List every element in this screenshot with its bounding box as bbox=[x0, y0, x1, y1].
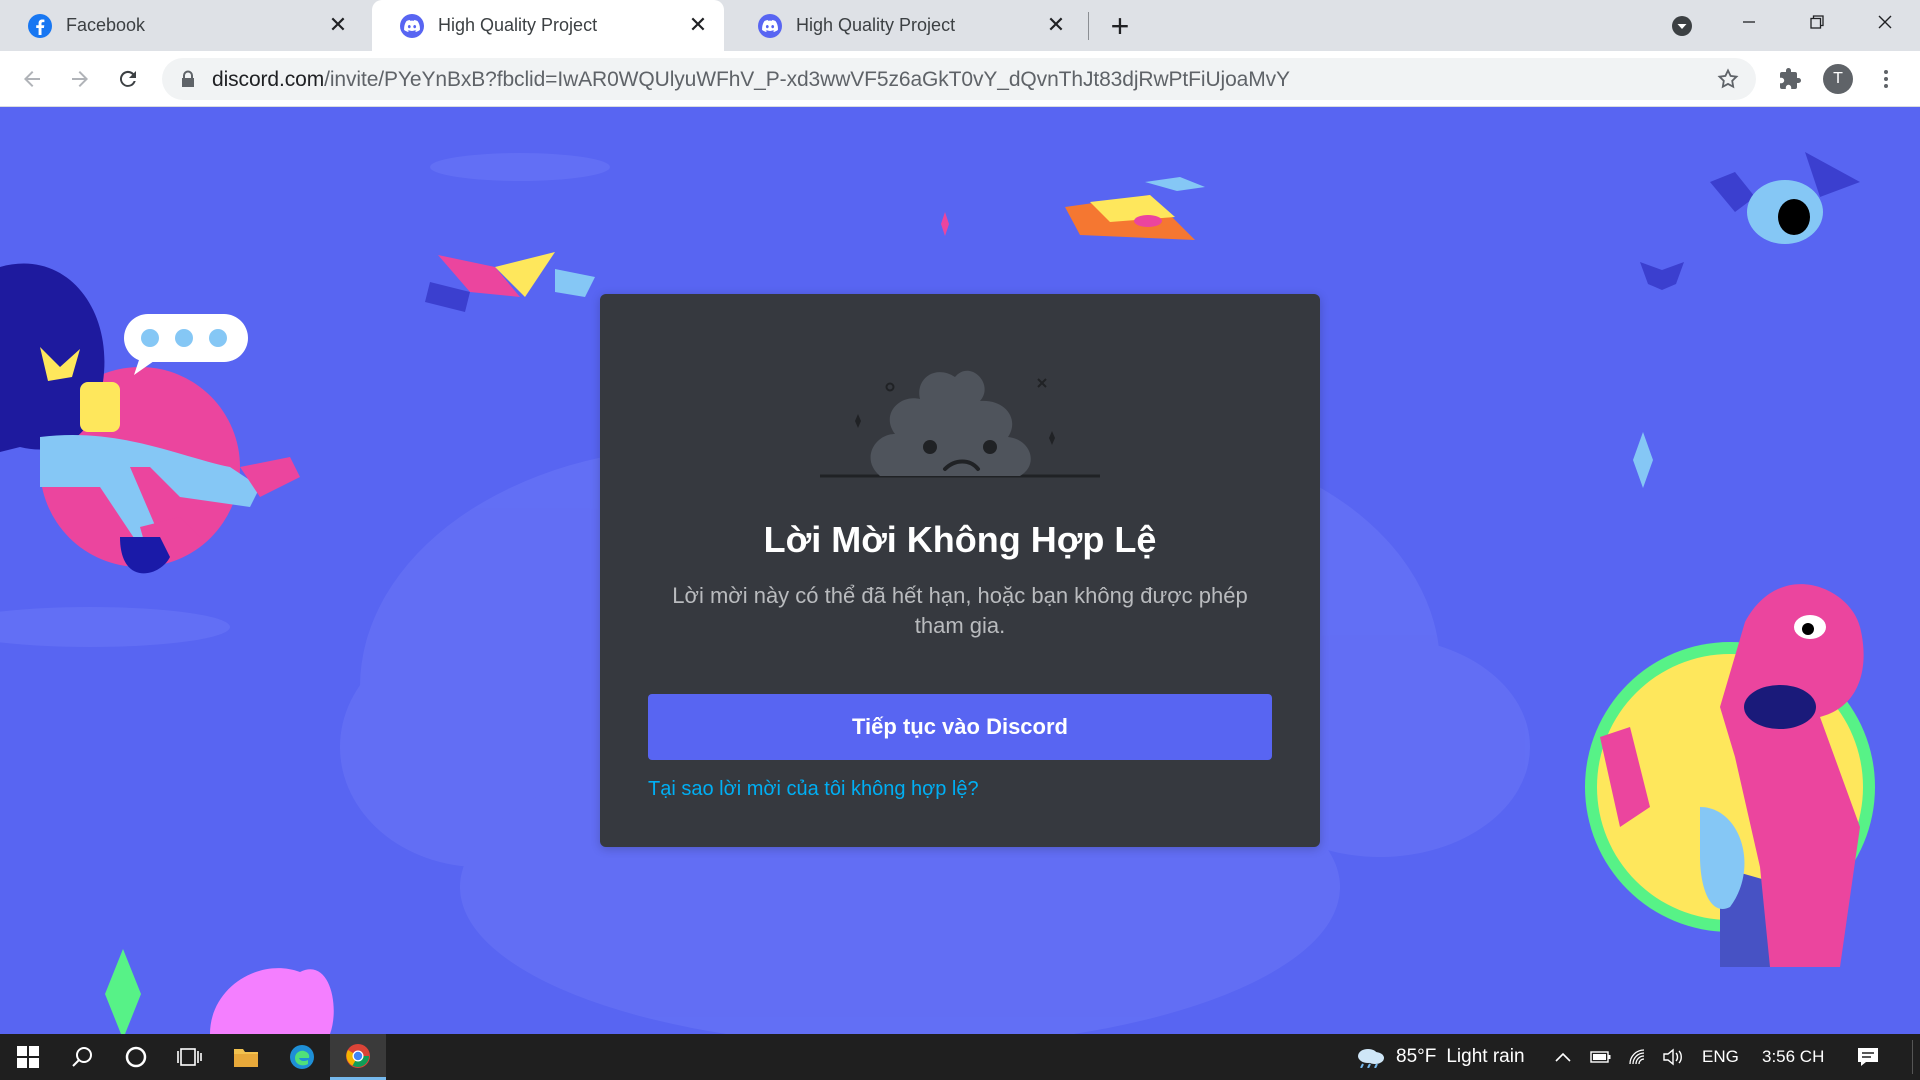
invalid-invite-card: Lời Mời Không Hợp Lệ Lời mời này có thể … bbox=[600, 294, 1320, 847]
task-view-icon bbox=[177, 1048, 202, 1066]
invite-title: Lời Mời Không Hợp Lệ bbox=[763, 519, 1157, 560]
tab-high-quality-project-active[interactable]: High Quality Project ✕ bbox=[372, 0, 724, 51]
close-icon bbox=[1878, 15, 1892, 29]
browser-toolbar: discord.com/invite/PYeYnBxB?fbclid=IwAR0… bbox=[0, 51, 1920, 107]
forward-button[interactable] bbox=[60, 59, 100, 99]
avatar: T bbox=[1823, 64, 1853, 94]
restore-icon bbox=[1810, 15, 1824, 29]
show-desktop-button[interactable] bbox=[1912, 1040, 1913, 1074]
sparkle-icon bbox=[1633, 432, 1653, 488]
book-illustration bbox=[425, 252, 595, 312]
taskbar-edge[interactable] bbox=[274, 1034, 330, 1080]
close-window-button[interactable] bbox=[1862, 0, 1908, 44]
chevron-up-icon bbox=[1555, 1052, 1571, 1062]
close-tab-icon[interactable]: ✕ bbox=[686, 12, 710, 37]
reload-button[interactable] bbox=[108, 59, 148, 99]
volume-button[interactable] bbox=[1662, 1034, 1684, 1080]
browser-menu-button[interactable] bbox=[1866, 59, 1906, 99]
chrome-icon bbox=[346, 1043, 370, 1068]
speaker-icon bbox=[1663, 1048, 1682, 1066]
browser-tab-strip: Facebook ✕ High Quality Project ✕ High Q… bbox=[0, 0, 1920, 51]
tab-divider bbox=[1088, 12, 1089, 40]
battery-icon bbox=[1590, 1051, 1611, 1063]
right-character-illustration bbox=[1585, 584, 1875, 967]
battery-button[interactable] bbox=[1590, 1034, 1612, 1080]
extensions-button[interactable] bbox=[1770, 59, 1810, 99]
discord-icon bbox=[400, 13, 424, 38]
edge-icon bbox=[290, 1045, 314, 1069]
puzzle-piece-icon bbox=[1780, 68, 1801, 89]
network-button[interactable] bbox=[1628, 1034, 1648, 1080]
invite-description: Lời mời này có thể đã hết hạn, hoặc bạn … bbox=[672, 583, 1248, 638]
url-host: discord.com bbox=[212, 68, 325, 91]
arrow-left-icon bbox=[24, 71, 40, 87]
why-invalid-link[interactable]: Tại sao lời mời của tôi không hợp lệ? bbox=[648, 778, 979, 801]
cortana-circle-icon bbox=[125, 1046, 147, 1068]
reload-icon bbox=[119, 70, 136, 87]
discord-icon bbox=[758, 13, 782, 38]
left-character-illustration bbox=[0, 263, 300, 574]
continue-to-discord-button[interactable]: Tiếp tục vào Discord bbox=[648, 694, 1272, 760]
show-hidden-icons-button[interactable] bbox=[1554, 1034, 1572, 1080]
pizza-illustration bbox=[1065, 177, 1205, 240]
search-icon bbox=[72, 1047, 92, 1067]
restore-button[interactable] bbox=[1794, 0, 1840, 44]
rain-cloud-icon bbox=[1358, 1049, 1384, 1068]
arrow-right-icon bbox=[72, 71, 88, 87]
close-tab-icon[interactable]: ✕ bbox=[326, 12, 350, 37]
url-path: /invite/PYeYnBxB?fbclid=IwAR0WQUlyuWFhV_… bbox=[324, 68, 1290, 91]
taskbar-file-explorer[interactable] bbox=[218, 1034, 274, 1080]
minimize-button[interactable] bbox=[1726, 0, 1772, 44]
search-button[interactable] bbox=[54, 1034, 110, 1080]
notifications-button[interactable] bbox=[1856, 1034, 1880, 1080]
tab-facebook[interactable]: Facebook ✕ bbox=[0, 0, 364, 51]
tab-high-quality-project[interactable]: High Quality Project ✕ bbox=[730, 0, 1082, 51]
profile-button[interactable]: T bbox=[1818, 59, 1858, 99]
sad-poop-icon bbox=[820, 370, 1100, 478]
bat-creature-illustration bbox=[1640, 152, 1860, 290]
facebook-icon bbox=[28, 13, 52, 38]
folder-icon bbox=[234, 1049, 258, 1067]
discord-invite-page: Lời Mời Không Hợp Lệ Lời mời này có thể … bbox=[0, 107, 1920, 1034]
weather-temperature: 85°F bbox=[1396, 1046, 1437, 1067]
minimize-icon bbox=[1743, 21, 1755, 23]
lock-icon[interactable] bbox=[180, 70, 196, 93]
tab-search-button[interactable] bbox=[1666, 10, 1698, 42]
bookmark-star-icon[interactable] bbox=[1716, 67, 1740, 96]
windows-taskbar: 85°F Light rain ENG 3:56 CH bbox=[0, 1034, 1920, 1080]
new-tab-button[interactable]: + bbox=[1100, 8, 1140, 44]
weather-widget[interactable]: 85°F Light rain bbox=[1354, 1034, 1525, 1080]
address-bar[interactable]: discord.com/invite/PYeYnBxB?fbclid=IwAR0… bbox=[162, 58, 1756, 100]
sparkle-icon bbox=[105, 949, 141, 1034]
start-button[interactable] bbox=[0, 1034, 56, 1080]
back-button[interactable] bbox=[12, 59, 52, 99]
taskbar-chrome[interactable] bbox=[330, 1034, 386, 1080]
windows-logo-icon bbox=[17, 1046, 39, 1068]
url-text: discord.com/invite/PYeYnBxB?fbclid=IwAR0… bbox=[212, 68, 1290, 92]
tab-title: High Quality Project bbox=[796, 15, 956, 35]
wifi-icon bbox=[1629, 1049, 1645, 1065]
input-language[interactable]: ENG bbox=[1702, 1034, 1739, 1080]
chevron-down-circle-icon bbox=[1672, 16, 1692, 36]
action-center-icon bbox=[1858, 1048, 1878, 1066]
clock[interactable]: 3:56 CH bbox=[1762, 1034, 1824, 1080]
tab-title: High Quality Project bbox=[438, 15, 598, 35]
task-view-button[interactable] bbox=[162, 1034, 218, 1080]
more-vertical-icon bbox=[1884, 70, 1888, 88]
weather-condition: Light rain bbox=[1446, 1046, 1525, 1067]
sparkle-icon bbox=[941, 212, 949, 236]
tab-title: Facebook bbox=[66, 15, 146, 35]
cortana-button[interactable] bbox=[108, 1034, 164, 1080]
close-tab-icon[interactable]: ✕ bbox=[1044, 12, 1068, 37]
